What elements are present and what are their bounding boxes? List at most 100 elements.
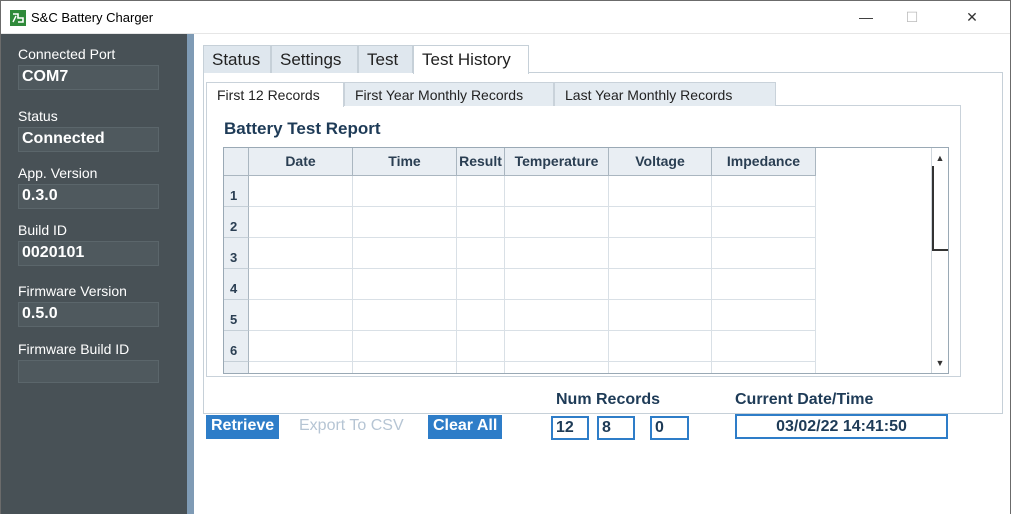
table-cell[interactable] <box>712 362 816 373</box>
title-bar[interactable]: S&C Battery Charger — ☐ ✕ <box>1 1 1010 34</box>
table-cell[interactable] <box>505 207 609 238</box>
minimize-button[interactable]: — <box>843 1 889 34</box>
app-version-label: App. Version <box>18 165 98 181</box>
connected-port-label: Connected Port <box>18 46 116 62</box>
table-cell[interactable] <box>712 300 816 331</box>
row-header: 3 <box>224 238 249 269</box>
scroll-down-arrow-icon[interactable]: ▼ <box>932 355 948 371</box>
firmware-build-id-value <box>18 360 159 383</box>
column-header-temperature[interactable]: Temperature <box>505 148 609 176</box>
firmware-version-label: Firmware Version <box>18 283 127 299</box>
table-cell[interactable] <box>249 331 353 362</box>
app-version-value: 0.3.0 <box>18 184 159 209</box>
info-sidebar: Connected Port COM7 Status Connected App… <box>1 34 187 514</box>
table-cell[interactable] <box>457 238 505 269</box>
table-cell[interactable] <box>609 238 712 269</box>
subtab-first-year-monthly[interactable]: First Year Monthly Records <box>344 82 554 106</box>
table-cell[interactable] <box>609 331 712 362</box>
clear-all-button[interactable]: Clear All <box>428 415 503 439</box>
scrollbar-track <box>932 166 934 250</box>
table-cell[interactable] <box>505 331 609 362</box>
connected-port-value: COM7 <box>18 65 159 90</box>
subtab-first-12-records[interactable]: First 12 Records <box>206 82 344 107</box>
table-cell[interactable] <box>712 331 816 362</box>
table-cell[interactable] <box>353 207 457 238</box>
row-header: 5 <box>224 300 249 331</box>
table-cell[interactable] <box>609 176 712 207</box>
table-cell[interactable] <box>505 362 609 373</box>
sidebar-divider <box>187 34 194 514</box>
table-cell[interactable] <box>457 207 505 238</box>
table-cell[interactable] <box>353 300 457 331</box>
table-cell[interactable] <box>712 238 816 269</box>
table-cell[interactable] <box>609 269 712 300</box>
current-datetime-value: 03/02/22 14:41:50 <box>735 414 948 439</box>
row-header: 6 <box>224 331 249 362</box>
row-header: 1 <box>224 176 249 207</box>
num-records-first-12: 12 <box>551 416 589 440</box>
table-cell[interactable] <box>712 176 816 207</box>
table-cell[interactable] <box>505 176 609 207</box>
close-button[interactable]: ✕ <box>949 1 995 34</box>
main-content: Status Settings Test Test History First … <box>194 34 1010 514</box>
tab-test-history[interactable]: Test History <box>413 45 529 74</box>
table-vertical-scrollbar[interactable]: ▲ ▼ <box>931 148 948 373</box>
scrollbar-thumb-edge <box>932 249 948 251</box>
test-history-table[interactable]: Date Time Result Temperature Voltage Imp… <box>223 147 949 374</box>
tab-status[interactable]: Status <box>203 45 271 73</box>
table-cell[interactable] <box>249 269 353 300</box>
window-title: S&C Battery Charger <box>31 10 154 25</box>
table-cell[interactable] <box>712 207 816 238</box>
table-cell[interactable] <box>249 207 353 238</box>
table-cell[interactable] <box>609 362 712 373</box>
app-window: S&C Battery Charger — ☐ ✕ Connected Port… <box>0 0 1011 514</box>
num-records-last-year: 0 <box>650 416 689 440</box>
table-cell[interactable] <box>457 269 505 300</box>
table-cell[interactable] <box>353 269 457 300</box>
table-cell[interactable] <box>353 331 457 362</box>
column-header-result[interactable]: Result <box>457 148 505 176</box>
scroll-up-arrow-icon[interactable]: ▲ <box>932 150 948 166</box>
column-header-time[interactable]: Time <box>353 148 457 176</box>
table-cell[interactable] <box>505 269 609 300</box>
table-cell[interactable] <box>249 362 353 373</box>
status-label: Status <box>18 108 58 124</box>
table-corner-header <box>224 148 249 176</box>
build-id-value: 0020101 <box>18 241 159 266</box>
column-header-voltage[interactable]: Voltage <box>609 148 712 176</box>
table-cell[interactable] <box>457 176 505 207</box>
table-cell[interactable] <box>457 300 505 331</box>
report-title: Battery Test Report <box>224 119 381 138</box>
table-cell[interactable] <box>457 331 505 362</box>
table-cell[interactable] <box>249 176 353 207</box>
tab-test[interactable]: Test <box>358 45 413 73</box>
current-datetime-label: Current Date/Time <box>735 391 874 408</box>
num-records-label: Num Records <box>556 391 661 408</box>
table-cell[interactable] <box>505 238 609 269</box>
build-id-label: Build ID <box>18 222 68 238</box>
tab-settings[interactable]: Settings <box>271 45 358 73</box>
table-cell[interactable] <box>505 300 609 331</box>
maximize-button[interactable]: ☐ <box>889 1 935 34</box>
retrieve-button[interactable]: Retrieve <box>206 415 280 439</box>
table-cell[interactable] <box>712 269 816 300</box>
column-header-date[interactable]: Date <box>249 148 353 176</box>
table-cell[interactable] <box>609 207 712 238</box>
firmware-build-id-label: Firmware Build ID <box>18 341 130 357</box>
table-cell[interactable] <box>609 300 712 331</box>
table-cell[interactable] <box>353 362 457 373</box>
status-value: Connected <box>18 127 159 152</box>
table-cell[interactable] <box>353 176 457 207</box>
table-cell[interactable] <box>249 238 353 269</box>
column-header-impedance[interactable]: Impedance <box>712 148 816 176</box>
row-header-partial <box>224 362 249 373</box>
subtab-last-year-monthly[interactable]: Last Year Monthly Records <box>554 82 776 106</box>
row-header: 2 <box>224 207 249 238</box>
app-logo-icon <box>10 10 26 26</box>
firmware-version-value: 0.5.0 <box>18 302 159 327</box>
table-cell[interactable] <box>457 362 505 373</box>
table-cell[interactable] <box>353 238 457 269</box>
row-header: 4 <box>224 269 249 300</box>
table-cell[interactable] <box>249 300 353 331</box>
export-csv-button[interactable]: Export To CSV <box>294 415 409 439</box>
